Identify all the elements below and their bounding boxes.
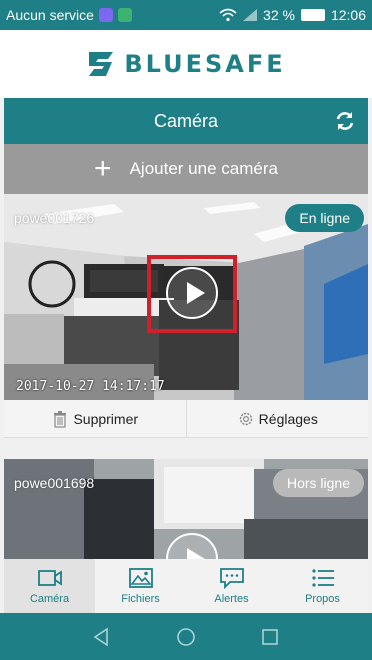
brand-name: BLUESAFE — [124, 50, 286, 78]
camera-actions: Supprimer Réglages — [4, 400, 368, 438]
carrier-text: Aucun service — [6, 7, 94, 23]
delete-label: Supprimer — [73, 410, 139, 427]
page-title: Caméra — [153, 110, 219, 131]
status-badge: En ligne — [285, 204, 364, 232]
status-badge: Hors ligne — [272, 469, 364, 497]
tab-about[interactable]: Propos — [277, 559, 368, 613]
camera-card[interactable]: powe001726 En ligne 2017-10-27 14:17:17 — [4, 194, 368, 400]
tab-label: Caméra — [29, 593, 70, 605]
status-bar: Aucun service 32 % 12:06 — [0, 0, 372, 30]
camera-card[interactable]: powe001698 Hors ligne — [4, 459, 368, 559]
add-camera-label: Ajouter une caméra — [129, 159, 278, 178]
title-bar: Caméra — [4, 98, 368, 144]
chat-icon — [219, 568, 244, 589]
camera-name: powe001698 — [14, 475, 95, 491]
video-timestamp: 2017-10-27 14:17:17 — [16, 379, 165, 394]
system-nav-bar — [0, 613, 372, 660]
trash-icon — [54, 410, 67, 428]
gear-icon — [239, 412, 252, 425]
notification-app-icon — [117, 8, 132, 22]
tab-camera[interactable]: Caméra — [4, 559, 95, 613]
tab-label: Propos — [305, 593, 340, 605]
tab-files[interactable]: Fichiers — [95, 559, 186, 613]
add-camera-button[interactable]: + Ajouter une caméra — [4, 144, 368, 194]
delete-button[interactable]: Supprimer — [4, 400, 186, 437]
battery-icon — [300, 9, 325, 21]
highlight-box — [147, 255, 237, 333]
clock: 12:06 — [330, 7, 366, 23]
brand-header: BLUESAFE — [0, 30, 372, 98]
back-icon[interactable] — [91, 626, 113, 648]
tab-bar: Caméra Fichiers Alertes Propos — [4, 559, 368, 613]
notification-app-icon — [98, 8, 113, 22]
tab-alerts[interactable]: Alertes — [186, 559, 277, 613]
camera-icon — [37, 570, 62, 586]
settings-button[interactable]: Réglages — [185, 400, 369, 437]
battery-percent: 32 % — [263, 7, 295, 23]
plus-icon: + — [94, 152, 112, 185]
tab-label: Alertes — [214, 593, 249, 605]
recent-apps-icon[interactable] — [259, 626, 281, 648]
camera-name: powe001726 — [14, 210, 95, 226]
refresh-icon[interactable] — [334, 110, 356, 132]
image-icon — [128, 568, 153, 588]
signal-icon — [243, 9, 258, 21]
list-icon — [311, 569, 334, 587]
tab-label: Fichiers — [121, 593, 160, 605]
bluesafe-logo-icon — [89, 52, 114, 76]
settings-label: Réglages — [258, 410, 318, 427]
home-icon[interactable] — [175, 626, 197, 648]
wifi-icon — [219, 8, 237, 22]
